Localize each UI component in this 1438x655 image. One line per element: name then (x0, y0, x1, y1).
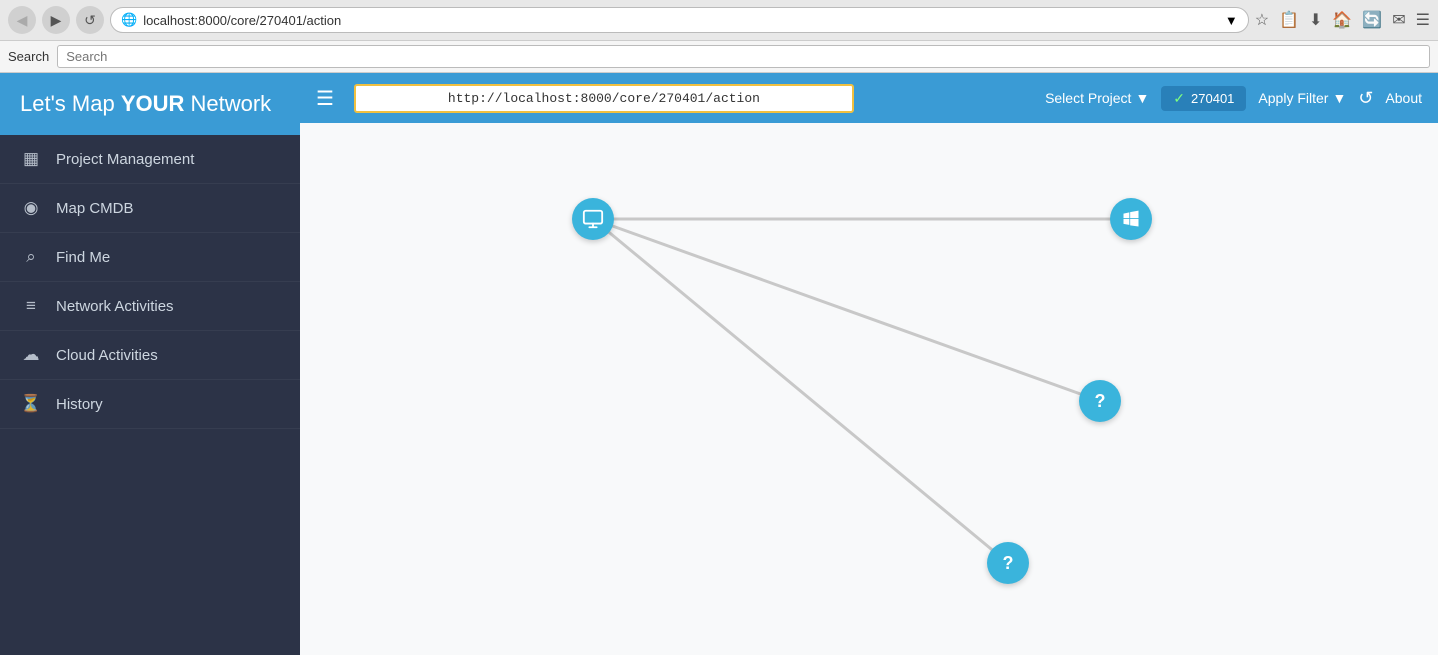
dropdown-icon[interactable]: ▼ (1225, 13, 1238, 28)
address-input[interactable] (143, 13, 1219, 28)
chevron-down-icon: ▼ (1135, 90, 1149, 106)
select-project-button[interactable]: Select Project ▼ (1045, 90, 1149, 106)
sidebar-label-network-activities: Network Activities (56, 298, 174, 315)
cloud-icon: ☁ (20, 345, 42, 365)
sidebar-item-project-management[interactable]: ▦ Project Management (0, 135, 300, 184)
sidebar-label-cloud-activities: Cloud Activities (56, 347, 158, 364)
about-button[interactable]: About (1385, 90, 1422, 106)
top-bar: ☰ http://localhost:8000/core/270401/acti… (300, 73, 1438, 123)
node-windows[interactable] (1110, 198, 1152, 240)
reload-button[interactable]: ↺ (76, 6, 104, 34)
url-display: http://localhost:8000/core/270401/action (354, 84, 854, 113)
pocket-icon[interactable]: ⬇ (1309, 10, 1322, 30)
sync-icon[interactable]: 🔄 (1362, 10, 1382, 30)
forward-button[interactable]: ▶ (42, 6, 70, 34)
app-main: ☰ http://localhost:8000/core/270401/acti… (300, 73, 1438, 655)
node-unknown1[interactable]: ? (1079, 380, 1121, 422)
sidebar-label-find-me: Find Me (56, 249, 110, 266)
network-canvas-area: ?? (300, 123, 1438, 655)
browser-search-bar: Search (0, 40, 1438, 72)
project-badge: ✓ 270401 (1161, 86, 1246, 111)
sidebar-item-history[interactable]: ⏳ History (0, 380, 300, 429)
address-bar[interactable]: 🌐 ▼ (110, 7, 1249, 33)
check-icon: ✓ (1173, 90, 1185, 107)
refresh-button[interactable]: ↺ (1358, 88, 1373, 109)
search-label: Search (8, 49, 49, 64)
network-svg (300, 123, 1438, 655)
filter-chevron-icon: ▼ (1332, 90, 1346, 106)
site-icon: 🌐 (121, 12, 137, 28)
network-edge (593, 219, 1008, 563)
sidebar-label-project-management: Project Management (56, 151, 194, 168)
apply-filter-button[interactable]: Apply Filter ▼ (1258, 90, 1346, 106)
search-input[interactable] (57, 45, 1430, 68)
sidebar: Let's Map YOUR Network ▦ Project Managem… (0, 73, 300, 655)
node-monitor[interactable] (572, 198, 614, 240)
app-container: Let's Map YOUR Network ▦ Project Managem… (0, 73, 1438, 655)
sidebar-title: Let's Map YOUR Network (20, 91, 271, 116)
search-icon: ⌕ (20, 247, 42, 267)
map-icon: ◉ (20, 198, 42, 218)
sidebar-item-map-cmdb[interactable]: ◉ Map CMDB (0, 184, 300, 233)
network-edge (593, 219, 1100, 401)
sidebar-item-network-activities[interactable]: ≡ Network Activities (0, 282, 300, 331)
project-id: 270401 (1191, 91, 1234, 106)
network-icon: ≡ (20, 296, 42, 316)
sidebar-item-cloud-activities[interactable]: ☁ Cloud Activities (0, 331, 300, 380)
grid-icon: ▦ (20, 149, 42, 169)
sidebar-nav: ▦ Project Management ◉ Map CMDB ⌕ Find M… (0, 135, 300, 655)
sidebar-label-map-cmdb: Map CMDB (56, 200, 134, 217)
sidebar-item-find-me[interactable]: ⌕ Find Me (0, 233, 300, 282)
sidebar-label-history: History (56, 396, 103, 413)
home-icon[interactable]: 🏠 (1332, 10, 1352, 30)
reader-view-icon[interactable]: 📋 (1279, 10, 1299, 30)
browser-toolbar: ◀ ▶ ↺ 🌐 ▼ ☆ 📋 ⬇ 🏠 🔄 ✉ ☰ (0, 0, 1438, 40)
sidebar-header: Let's Map YOUR Network (0, 73, 300, 135)
browser-chrome: ◀ ▶ ↺ 🌐 ▼ ☆ 📋 ⬇ 🏠 🔄 ✉ ☰ Search (0, 0, 1438, 73)
menu-icon[interactable]: ☰ (1416, 10, 1430, 30)
node-unknown2[interactable]: ? (987, 542, 1029, 584)
message-icon[interactable]: ✉ (1392, 10, 1405, 30)
hamburger-icon[interactable]: ☰ (316, 86, 334, 111)
history-icon: ⏳ (20, 394, 42, 414)
bookmark-star-icon[interactable]: ☆ (1255, 10, 1269, 30)
browser-toolbar-right: ☆ 📋 ⬇ 🏠 🔄 ✉ ☰ (1255, 10, 1430, 30)
top-bar-right: Select Project ▼ ✓ 270401 Apply Filter ▼… (1045, 86, 1422, 111)
back-button[interactable]: ◀ (8, 6, 36, 34)
